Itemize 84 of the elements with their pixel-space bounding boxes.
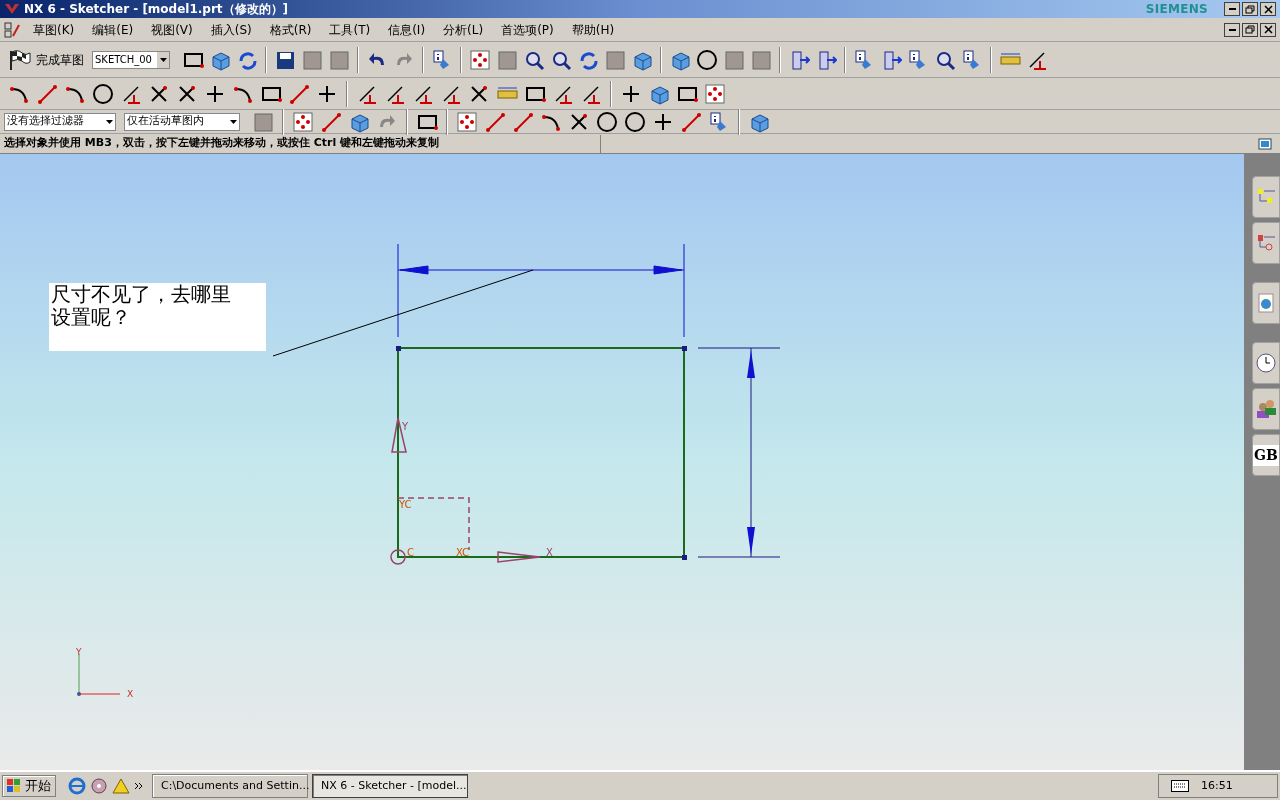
clock: 16:51 xyxy=(1201,777,1233,794)
axis-label: YC xyxy=(399,500,412,510)
point-grid-icon[interactable] xyxy=(456,110,478,133)
line-icon[interactable] xyxy=(288,82,310,105)
taskbar-button[interactable]: NX 6 - Sketcher - [model... xyxy=(312,774,468,798)
brand-logo: SIEMENS xyxy=(1145,1,1208,18)
view-triad-drawing xyxy=(77,653,121,696)
menu-item[interactable]: 帮助(H) xyxy=(562,20,624,39)
menu-item[interactable]: 草图(K) xyxy=(24,20,84,39)
resource-tab[interactable]: GB xyxy=(1252,434,1280,476)
sketch-icon xyxy=(4,21,20,38)
clock-icon xyxy=(1255,352,1277,374)
circle-icon[interactable] xyxy=(624,110,646,133)
line-icon[interactable] xyxy=(512,110,534,133)
people-icon xyxy=(1255,398,1277,420)
minimize-button[interactable] xyxy=(1224,2,1240,16)
axis-label: X xyxy=(127,690,134,699)
point-grid-icon[interactable] xyxy=(292,110,314,133)
finish-sketch-button[interactable]: 完成草图 xyxy=(4,45,88,74)
line-icon[interactable] xyxy=(36,82,58,105)
menu-item[interactable]: 视图(V) xyxy=(142,20,202,39)
square-icon[interactable] xyxy=(496,48,518,71)
caret-icon xyxy=(105,119,113,124)
menu-item[interactable]: 格式(R) xyxy=(260,20,321,39)
axis-label: Y xyxy=(402,422,409,432)
axis-label: C xyxy=(407,548,414,558)
square-icon[interactable] xyxy=(723,48,745,71)
close-button[interactable] xyxy=(1260,2,1276,16)
restore-icon xyxy=(1243,23,1257,36)
axis-label: Y xyxy=(76,648,82,657)
menu-item[interactable]: 工具(T) xyxy=(320,20,380,39)
caret-icon xyxy=(229,119,237,124)
window-title: NX 6 - Sketcher - [model1.prt（修改的）] xyxy=(24,1,289,18)
circle-icon[interactable] xyxy=(696,48,718,71)
restore-button[interactable] xyxy=(1242,22,1258,37)
menu-item[interactable]: 分析(L) xyxy=(434,20,493,39)
line-icon[interactable] xyxy=(320,110,342,133)
note-label: 尺寸不见了，去哪里设置呢？ xyxy=(49,283,266,351)
menu-item[interactable]: 首选项(P) xyxy=(492,20,563,39)
resource-tab[interactable] xyxy=(1252,342,1280,384)
close-icon xyxy=(1261,2,1275,16)
filter-dropdown[interactable]: 没有选择过滤器 xyxy=(4,112,116,131)
square-icon[interactable] xyxy=(252,110,274,133)
cue-line: 选择对象并使用 MB3，双击，按下左键并拖动来移动，或按住 Ctrl 键和左键拖动来复制 xyxy=(3,135,440,152)
constraint-tree-icon xyxy=(1255,232,1277,254)
square-icon[interactable] xyxy=(750,48,772,71)
disc-icon[interactable] xyxy=(90,777,108,795)
filter-dropdown[interactable]: 仅在活动草图内 xyxy=(124,112,240,131)
line-icon[interactable] xyxy=(484,110,506,133)
restore-icon xyxy=(1243,2,1257,16)
start-button[interactable]: 开始 xyxy=(2,775,56,797)
circle-icon[interactable] xyxy=(92,82,114,105)
close-button[interactable] xyxy=(1260,22,1276,37)
checkered-flag-icon xyxy=(8,48,32,71)
menu-item[interactable]: 信息(I) xyxy=(379,20,435,39)
point-grid-icon[interactable] xyxy=(704,82,726,105)
square-icon[interactable] xyxy=(328,48,350,71)
caret-icon xyxy=(159,57,167,62)
keyboard-icon[interactable] xyxy=(1171,780,1189,792)
square-icon[interactable] xyxy=(604,48,626,71)
app-logo-icon xyxy=(4,2,20,16)
window-icon xyxy=(1258,137,1272,150)
minimize-icon xyxy=(1228,8,1236,10)
taskbar-button[interactable]: C:\Documents and Settin... xyxy=(152,774,308,798)
menu-item[interactable]: 插入(S) xyxy=(201,20,261,39)
chevron-icon[interactable] xyxy=(134,781,144,791)
minimize-icon xyxy=(1228,28,1236,31)
resource-tab[interactable] xyxy=(1252,388,1280,430)
point-grid-icon[interactable] xyxy=(469,48,491,71)
menu-item[interactable]: 编辑(E) xyxy=(83,20,143,39)
line-icon[interactable] xyxy=(680,110,702,133)
sketch-name-dropdown[interactable]: SKETCH_00 xyxy=(92,50,170,69)
circle-icon[interactable] xyxy=(596,110,618,133)
axis-label: X xyxy=(546,548,553,558)
resource-tab[interactable] xyxy=(1252,222,1280,264)
square-icon[interactable] xyxy=(301,48,323,71)
browser-icon[interactable] xyxy=(68,777,86,795)
windows-logo-icon xyxy=(7,779,21,793)
resource-tab[interactable] xyxy=(1252,282,1280,324)
axis-label: XC xyxy=(456,548,470,558)
restore-button[interactable] xyxy=(1242,2,1258,16)
minimize-button[interactable] xyxy=(1224,22,1240,37)
close-icon xyxy=(1261,23,1275,36)
globe-document-icon xyxy=(1255,292,1277,314)
